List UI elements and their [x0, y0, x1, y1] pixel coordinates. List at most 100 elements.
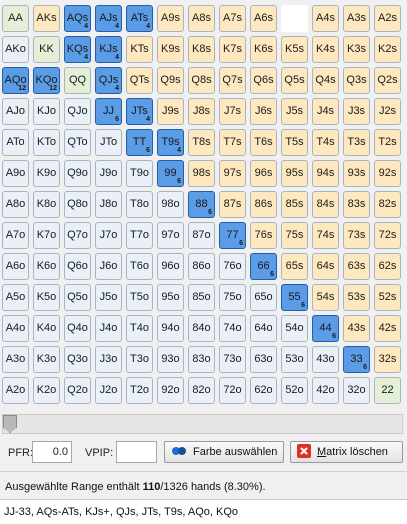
- hand-cell-TT[interactable]: TT 6: [126, 129, 153, 156]
- hand-cell-55[interactable]: 55 6: [281, 284, 308, 311]
- hand-cell-KJs[interactable]: KJs 4: [95, 36, 122, 63]
- hand-cell-K8o[interactable]: K8o: [33, 191, 60, 218]
- hand-cell-52s[interactable]: 52s: [374, 284, 401, 311]
- hand-cell-K3s[interactable]: K3s: [343, 36, 370, 63]
- hand-cell-96o[interactable]: 96o: [157, 253, 184, 280]
- hand-cell-33[interactable]: 33 6: [343, 346, 370, 373]
- hand-cell-ATo[interactable]: ATo: [2, 129, 29, 156]
- hand-cell-T3o[interactable]: T3o: [126, 346, 153, 373]
- hand-cell-Q2o[interactable]: Q2o: [64, 377, 91, 404]
- hand-cell-AQo[interactable]: AQo 12: [2, 67, 29, 94]
- hand-cell-75o[interactable]: 75o: [219, 284, 246, 311]
- hand-cell-K9o[interactable]: K9o: [33, 160, 60, 187]
- hand-cell-94o[interactable]: 94o: [157, 315, 184, 342]
- hand-cell-K5o[interactable]: K5o: [33, 284, 60, 311]
- hand-cell-A8s[interactable]: A8s: [188, 5, 215, 32]
- hand-cell-AQs[interactable]: AQs 4: [64, 5, 91, 32]
- hand-cell-43s[interactable]: 43s: [343, 315, 370, 342]
- hand-cell-QJs[interactable]: QJs 4: [95, 67, 122, 94]
- hand-cell-86o[interactable]: 86o: [188, 253, 215, 280]
- hand-cell-QTo[interactable]: QTo: [64, 129, 91, 156]
- hand-cell-J3o[interactable]: J3o: [95, 346, 122, 373]
- hand-cell-87s[interactable]: 87s: [219, 191, 246, 218]
- hand-cell-65o[interactable]: 65o: [250, 284, 277, 311]
- hand-cell-Q7s[interactable]: Q7s: [219, 67, 246, 94]
- hand-cell-AKo[interactable]: AKo: [2, 36, 29, 63]
- hand-cell-A4s[interactable]: A4s: [312, 5, 339, 32]
- hand-cell-99[interactable]: 99 6: [157, 160, 184, 187]
- hand-cell-J2s[interactable]: J2s: [374, 98, 401, 125]
- hand-cell-87o[interactable]: 87o: [188, 222, 215, 249]
- hand-cell-K6s[interactable]: K6s: [250, 36, 277, 63]
- hand-cell-85o[interactable]: 85o: [188, 284, 215, 311]
- hand-cell-Q2s[interactable]: Q2s: [374, 67, 401, 94]
- hand-cell-J4o[interactable]: J4o: [95, 315, 122, 342]
- hand-cell-84o[interactable]: 84o: [188, 315, 215, 342]
- hand-cell-44[interactable]: 44 6: [312, 315, 339, 342]
- hand-cell-72s[interactable]: 72s: [374, 222, 401, 249]
- hand-cell-A4o[interactable]: A4o: [2, 315, 29, 342]
- hand-cell-K7s[interactable]: K7s: [219, 36, 246, 63]
- hand-cell-T5s[interactable]: T5s: [281, 129, 308, 156]
- hand-cell-ATs[interactable]: ATs 4: [126, 5, 153, 32]
- hand-cell-KTo[interactable]: KTo: [33, 129, 60, 156]
- hand-cell-J7o[interactable]: J7o: [95, 222, 122, 249]
- hand-cell-J4s[interactable]: J4s: [312, 98, 339, 125]
- hand-cell-72o[interactable]: 72o: [219, 377, 246, 404]
- hand-cell-63o[interactable]: 63o: [250, 346, 277, 373]
- hand-cell-92s[interactable]: 92s: [374, 160, 401, 187]
- range-text-field[interactable]: JJ-33, AQs-ATs, KJs+, QJs, JTs, T9s, AQo…: [0, 499, 407, 524]
- hand-cell-KQs[interactable]: KQs 4: [64, 36, 91, 63]
- hand-cell-J5o[interactable]: J5o: [95, 284, 122, 311]
- hand-cell-62s[interactable]: 62s: [374, 253, 401, 280]
- hand-cell-JTo[interactable]: JTo: [95, 129, 122, 156]
- hand-cell-K7o[interactable]: K7o: [33, 222, 60, 249]
- hand-cell-88[interactable]: 88 6: [188, 191, 215, 218]
- pfr-field[interactable]: 0.0: [32, 441, 72, 463]
- hand-cell-66[interactable]: 66 6: [250, 253, 277, 280]
- hand-cell-A5o[interactable]: A5o: [2, 284, 29, 311]
- hand-cell-K5s[interactable]: K5s: [281, 36, 308, 63]
- hand-cell-K2o[interactable]: K2o: [33, 377, 60, 404]
- hand-cell-J3s[interactable]: J3s: [343, 98, 370, 125]
- hand-cell-J5s[interactable]: J5s: [281, 98, 308, 125]
- hand-cell-A6s[interactable]: A6s: [250, 5, 277, 32]
- hand-cell-A6o[interactable]: A6o: [2, 253, 29, 280]
- hand-cell-86s[interactable]: 86s: [250, 191, 277, 218]
- hand-cell-Q3o[interactable]: Q3o: [64, 346, 91, 373]
- hand-cell-54o[interactable]: 54o: [281, 315, 308, 342]
- range-slider[interactable]: [2, 414, 403, 434]
- hand-cell-54s[interactable]: 54s: [312, 284, 339, 311]
- hand-cell-K4o[interactable]: K4o: [33, 315, 60, 342]
- hand-cell-K3o[interactable]: K3o: [33, 346, 60, 373]
- hand-cell-22[interactable]: 22: [374, 377, 401, 404]
- hand-cell-32s[interactable]: 32s: [374, 346, 401, 373]
- hand-cell-KK[interactable]: KK: [33, 36, 60, 63]
- hand-cell-KJo[interactable]: KJo: [33, 98, 60, 125]
- hand-cell-J7s[interactable]: J7s: [219, 98, 246, 125]
- hand-cell-T4s[interactable]: T4s: [312, 129, 339, 156]
- hand-cell-J8s[interactable]: J8s: [188, 98, 215, 125]
- hand-cell-97o[interactable]: 97o: [157, 222, 184, 249]
- hand-cell-T8o[interactable]: T8o: [126, 191, 153, 218]
- hand-cell-95o[interactable]: 95o: [157, 284, 184, 311]
- hand-cell-64o[interactable]: 64o: [250, 315, 277, 342]
- hand-cell-K9s[interactable]: K9s: [157, 36, 184, 63]
- hand-cell-QTs[interactable]: QTs: [126, 67, 153, 94]
- hand-cell-98o[interactable]: 98o: [157, 191, 184, 218]
- hand-cell-A2s[interactable]: A2s: [374, 5, 401, 32]
- hand-cell-74o[interactable]: 74o: [219, 315, 246, 342]
- hand-cell-Q4s[interactable]: Q4s: [312, 67, 339, 94]
- hand-cell-J9o[interactable]: J9o: [95, 160, 122, 187]
- hand-cell-T9o[interactable]: T9o: [126, 160, 153, 187]
- hand-cell-42s[interactable]: 42s: [374, 315, 401, 342]
- hand-cell-J2o[interactable]: J2o: [95, 377, 122, 404]
- vpip-field[interactable]: [116, 441, 157, 463]
- hand-cell-53s[interactable]: 53s: [343, 284, 370, 311]
- hand-cell-32o[interactable]: 32o: [343, 377, 370, 404]
- hand-cell-62o[interactable]: 62o: [250, 377, 277, 404]
- hand-cell-85s[interactable]: 85s: [281, 191, 308, 218]
- hand-cell-Q9o[interactable]: Q9o: [64, 160, 91, 187]
- hand-cell-J6o[interactable]: J6o: [95, 253, 122, 280]
- hand-cell-J6s[interactable]: J6s: [250, 98, 277, 125]
